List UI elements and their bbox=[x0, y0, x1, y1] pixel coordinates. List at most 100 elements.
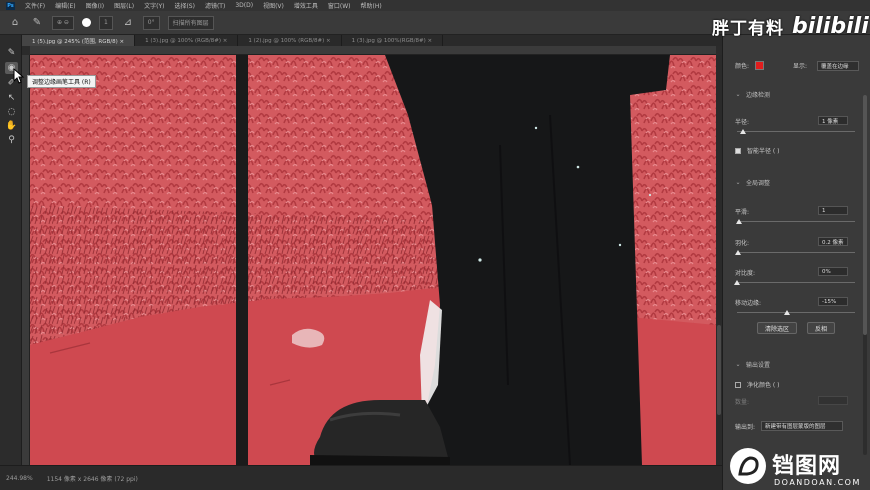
menu-item[interactable]: 选择(S) bbox=[174, 1, 195, 10]
amount-field[interactable] bbox=[818, 396, 848, 405]
menu-item[interactable]: 3D(D) bbox=[235, 2, 253, 9]
menu-item[interactable]: 编辑(E) bbox=[55, 1, 75, 10]
radius-label: 半径: bbox=[735, 119, 750, 126]
angle-icon: ⊿ bbox=[123, 17, 132, 28]
zoom-tool-icon[interactable]: ⚲ bbox=[5, 134, 18, 146]
smart-radius-label: 智能半径 ( ) bbox=[747, 148, 780, 155]
brush-size-preview[interactable] bbox=[81, 18, 91, 27]
chevron-down-icon: ⌄ bbox=[735, 361, 741, 368]
menu-item[interactable]: 视图(V) bbox=[263, 1, 284, 10]
status-bar: 244.98% 1154 像素 x 2646 像素 (72 ppi) bbox=[0, 465, 722, 490]
smooth-label: 平滑: bbox=[735, 209, 750, 216]
overlay-color-row: 颜色: bbox=[735, 61, 765, 70]
output-to-value: 新建带有图层蒙版的图层 bbox=[765, 424, 826, 430]
chevron-down-icon: ⌄ bbox=[735, 179, 741, 186]
output-to-label: 输出到: bbox=[735, 424, 756, 431]
invert-button[interactable]: 反相 bbox=[807, 322, 836, 334]
panel-scrollbar[interactable] bbox=[863, 95, 867, 455]
horizontal-ruler: 1250130013501400145015001550160016501700… bbox=[30, 46, 716, 55]
quick-selection-tool-icon[interactable]: ✎ bbox=[5, 47, 18, 59]
overlay-color-swatch[interactable] bbox=[755, 61, 765, 70]
global-adjust-section[interactable]: ⌄ 全局调整 bbox=[735, 178, 770, 187]
menu-item[interactable]: 文件(F) bbox=[25, 1, 45, 10]
bilibili-logo: bilibili bbox=[792, 14, 869, 39]
document-tab[interactable]: 1 (5).jpg @ 245% (范围, RGB/8) × bbox=[22, 35, 136, 46]
hand-tool-icon[interactable]: ✋ bbox=[5, 120, 18, 132]
feather-row: 羽化: bbox=[735, 238, 749, 247]
contrast-row: 对比度: bbox=[735, 268, 755, 277]
smooth-field[interactable]: 1 bbox=[818, 206, 848, 215]
smart-radius-checkbox[interactable] bbox=[735, 147, 741, 154]
output-settings-section[interactable]: ⌄ 输出设置 bbox=[735, 360, 770, 369]
radius-slider[interactable] bbox=[737, 129, 855, 134]
sample-all-layers-checkbox[interactable]: 扫描所有图层 bbox=[167, 15, 214, 30]
decontaminate-row[interactable]: 净化颜色 ( ) bbox=[735, 380, 780, 389]
lasso-tool-icon[interactable]: ◌ bbox=[5, 106, 18, 118]
menu-item[interactable]: 滤镜(T) bbox=[205, 1, 225, 10]
brush-mode-group[interactable]: ⊕ ⊖ bbox=[52, 15, 74, 30]
contrast-label: 对比度: bbox=[735, 270, 756, 277]
output-to-row: 输出到: bbox=[735, 422, 755, 431]
display-label: 显示: bbox=[793, 63, 808, 70]
photoshop-window: Ps 文件(F) 编辑(E) 图像(I) 图层(L) 文字(Y) 选择(S) 滤镜(T) 3D… bbox=[0, 0, 870, 490]
uploader-name: 胖丁有料 bbox=[712, 19, 784, 39]
edge-detection-section[interactable]: ⌄ 边缘检测 bbox=[735, 90, 770, 99]
zoom-level[interactable]: 244.98% bbox=[6, 475, 33, 482]
document-tab[interactable]: 1 (3).jpg @ 100% (RGB/8#) × bbox=[135, 35, 239, 46]
output-to-dropdown[interactable]: 新建带有图层蒙版的图层 bbox=[761, 421, 843, 431]
object-selection-tool-icon[interactable]: ↖ bbox=[5, 92, 18, 104]
site-watermark: 铛图网 DOANDOAN.COM bbox=[730, 446, 870, 490]
image-canvas[interactable] bbox=[30, 55, 716, 465]
refine-edge-properties-panel: 颜色: 显示: 覆盖在边缘 ⌄ 边缘检测 半径: 1 像素 智能半径 ( ) ⌄… bbox=[722, 35, 870, 490]
app-logo-icon: Ps bbox=[6, 1, 15, 10]
uploader-watermark: 胖丁有料 bilibili bbox=[712, 14, 869, 39]
shift-edge-slider[interactable] bbox=[737, 310, 855, 315]
global-adjust-title: 全局调整 bbox=[746, 180, 771, 187]
document-info[interactable]: 1154 像素 x 2646 像素 (72 ppi) bbox=[47, 474, 138, 483]
display-row: 显示: bbox=[793, 61, 807, 70]
menu-item[interactable]: 图层(L) bbox=[114, 1, 134, 10]
smart-radius-row[interactable]: 智能半径 ( ) bbox=[735, 146, 780, 155]
chevron-down-icon: ⌄ bbox=[735, 91, 741, 98]
contrast-field[interactable]: 0% bbox=[818, 267, 848, 276]
menu-item[interactable]: 窗口(W) bbox=[328, 1, 351, 10]
home-icon[interactable]: ⌂ bbox=[8, 16, 22, 30]
contrast-slider[interactable] bbox=[734, 280, 855, 285]
overlay-color-label: 颜色: bbox=[735, 63, 750, 70]
radius-field[interactable]: 1 像素 bbox=[818, 116, 848, 125]
shift-edge-field[interactable]: -15% bbox=[818, 297, 848, 306]
display-dropdown-value: 覆盖在边缘 bbox=[821, 64, 849, 70]
smooth-row: 平滑: bbox=[735, 207, 749, 216]
output-settings-title: 输出设置 bbox=[746, 362, 771, 369]
mouse-cursor-icon bbox=[13, 68, 25, 84]
site-url: DOANDOAN.COM bbox=[774, 478, 861, 487]
smooth-slider[interactable] bbox=[736, 219, 855, 224]
radius-row: 半径: bbox=[735, 117, 749, 126]
menu-item[interactable]: 帮助(H) bbox=[361, 1, 382, 10]
brush-tool-icon[interactable]: ✎ bbox=[30, 16, 44, 30]
menu-item[interactable]: 文字(Y) bbox=[144, 1, 164, 10]
amount-row: 数量: bbox=[735, 397, 749, 406]
tools-panel: ✎ ◉ ✐ ↖ ◌ ✋ ⚲ bbox=[0, 35, 22, 465]
vertical-ruler bbox=[22, 55, 30, 465]
site-name: 铛图网 bbox=[772, 454, 842, 479]
site-logo-icon bbox=[730, 448, 766, 484]
decontaminate-label: 净化颜色 ( ) bbox=[747, 382, 780, 389]
menu-bar: Ps 文件(F) 编辑(E) 图像(I) 图层(L) 文字(Y) 选择(S) 滤镜(T) 3D… bbox=[0, 0, 870, 11]
decontaminate-checkbox[interactable] bbox=[735, 381, 741, 388]
photo-with-selection-overlay bbox=[30, 55, 716, 465]
feather-field[interactable]: 0.2 像素 bbox=[818, 237, 848, 246]
angle-field[interactable]: 0° bbox=[142, 15, 160, 30]
document-tabs: 1 (5).jpg @ 245% (范围, RGB/8) × 1 (3).jpg … bbox=[22, 35, 722, 46]
document-tab[interactable]: 1 (2).jpg @ 100% (RGB/8#) × bbox=[238, 35, 342, 46]
amount-label: 数量: bbox=[735, 399, 750, 406]
feather-slider[interactable] bbox=[735, 250, 855, 255]
brush-size-field[interactable]: 1 bbox=[98, 15, 113, 30]
display-dropdown[interactable]: 覆盖在边缘 bbox=[817, 61, 859, 71]
menu-item[interactable]: 图像(I) bbox=[86, 1, 104, 10]
document-tab[interactable]: 1 (3).jpg @ 100%(RGB/8#) × bbox=[342, 35, 444, 46]
shift-edge-row: 移动边缘: bbox=[735, 298, 761, 307]
clear-selection-button[interactable]: 清除选区 bbox=[757, 322, 798, 334]
tool-tooltip: 调整边缘画笔工具 (R) bbox=[27, 75, 96, 88]
menu-item[interactable]: 增效工具 bbox=[294, 1, 318, 10]
